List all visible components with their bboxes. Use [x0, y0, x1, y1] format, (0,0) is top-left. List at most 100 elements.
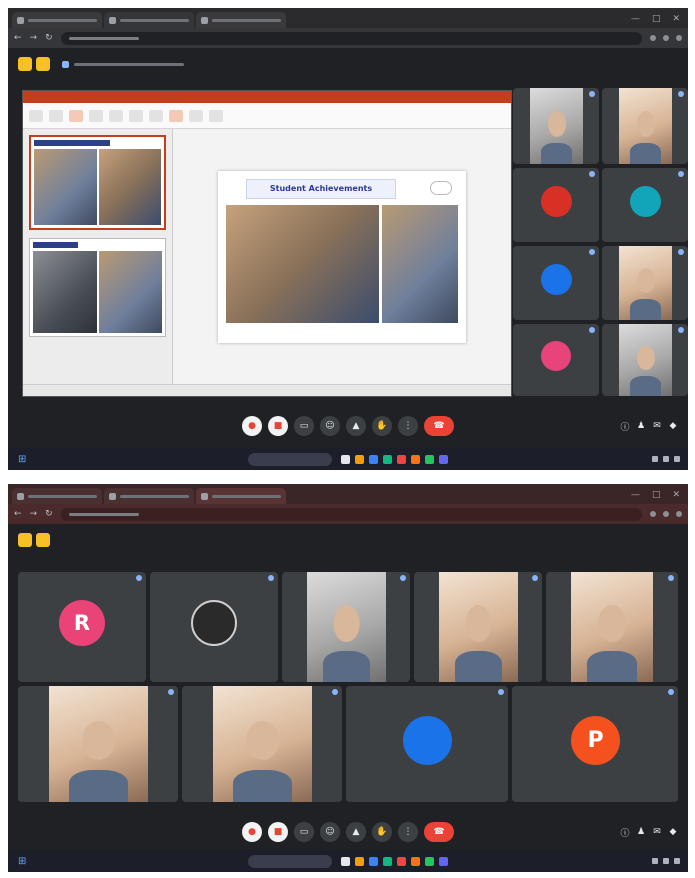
profile-icon[interactable] — [663, 511, 669, 517]
ribbon-button[interactable] — [89, 109, 103, 122]
activities-icon[interactable]: ◆ — [668, 421, 678, 431]
participant-tile[interactable] — [602, 246, 688, 320]
raise-hand-icon[interactable]: ✋ — [372, 822, 392, 842]
captions-icon[interactable]: ▭ — [294, 416, 314, 436]
meeting-badge-icon[interactable] — [36, 57, 50, 71]
browser-tab[interactable] — [196, 12, 286, 28]
close-icon[interactable]: ✕ — [672, 14, 680, 24]
emoji-icon[interactable]: ☺ — [320, 822, 340, 842]
info-icon[interactable]: ⓘ — [620, 827, 630, 839]
browser-tab[interactable] — [12, 12, 102, 28]
edge-icon[interactable] — [369, 856, 378, 866]
app-icon[interactable] — [341, 454, 350, 464]
hangup-icon[interactable]: ☎ — [424, 822, 454, 842]
menu-icon[interactable] — [676, 511, 682, 517]
ribbon-button[interactable] — [149, 109, 163, 122]
browser-tab[interactable] — [12, 488, 102, 504]
participant-tile[interactable] — [150, 572, 278, 682]
ribbon-button[interactable] — [109, 109, 123, 122]
reload-icon[interactable]: ↻ — [45, 33, 53, 43]
present-icon[interactable]: ▲ — [346, 822, 366, 842]
browser-tab[interactable] — [104, 488, 194, 504]
powerpoint-icon[interactable] — [411, 856, 420, 866]
mic-icon[interactable]: ● — [242, 822, 262, 842]
volume-icon[interactable] — [663, 456, 669, 462]
participant-tile[interactable]: P — [512, 686, 678, 802]
ribbon-button[interactable] — [189, 109, 203, 122]
maximize-icon[interactable]: □ — [652, 14, 661, 24]
ribbon-button[interactable] — [209, 109, 223, 122]
people-icon[interactable]: ♟ — [636, 827, 646, 837]
hangup-icon[interactable]: ☎ — [424, 416, 454, 436]
windows-icon[interactable]: ⊞ — [18, 454, 26, 465]
minimize-icon[interactable]: — — [631, 490, 640, 500]
emoji-icon[interactable]: ☺ — [320, 416, 340, 436]
app-icon[interactable] — [397, 856, 406, 866]
more-icon[interactable]: ⋮ — [398, 416, 418, 436]
participant-tile[interactable] — [513, 324, 599, 396]
back-icon[interactable]: ← — [14, 509, 22, 519]
participant-tile[interactable] — [182, 686, 342, 802]
raise-hand-icon[interactable]: ✋ — [372, 416, 392, 436]
file-explorer-icon[interactable] — [355, 856, 364, 866]
file-explorer-icon[interactable] — [355, 454, 364, 464]
ribbon-button[interactable] — [69, 109, 83, 122]
taskbar-search-input[interactable] — [248, 854, 332, 868]
reload-icon[interactable]: ↻ — [45, 509, 53, 519]
app-icon[interactable] — [397, 454, 406, 464]
participant-tile[interactable] — [513, 88, 599, 164]
chat-icon[interactable]: ✉ — [652, 421, 662, 431]
more-icon[interactable]: ⋮ — [398, 822, 418, 842]
windows-icon[interactable]: ⊞ — [18, 856, 26, 867]
app-icon[interactable] — [341, 856, 350, 866]
info-icon[interactable]: ⓘ — [620, 421, 630, 433]
close-icon[interactable]: ✕ — [672, 490, 680, 500]
app-icon[interactable] — [439, 856, 448, 866]
browser-tab-active[interactable] — [196, 488, 286, 504]
participant-tile[interactable] — [414, 572, 542, 682]
meeting-badge-icon[interactable] — [18, 57, 32, 71]
url-input[interactable] — [60, 31, 642, 45]
app-icon[interactable] — [383, 856, 392, 866]
people-icon[interactable]: ♟ — [636, 421, 646, 431]
participant-tile[interactable] — [513, 168, 599, 242]
present-icon[interactable]: ▲ — [346, 416, 366, 436]
browser-tab-active[interactable] — [104, 12, 194, 28]
slide-thumbnail[interactable] — [29, 135, 166, 230]
participant-tile[interactable] — [18, 686, 178, 802]
participant-tile[interactable]: R — [18, 572, 146, 682]
forward-icon[interactable]: → — [30, 509, 38, 519]
participant-tile[interactable] — [602, 168, 688, 242]
ribbon-button[interactable] — [129, 109, 143, 122]
powerpoint-icon[interactable] — [411, 454, 420, 464]
captions-icon[interactable]: ▭ — [294, 822, 314, 842]
chrome-icon[interactable] — [425, 454, 434, 464]
extension-icon[interactable] — [650, 511, 656, 517]
menu-icon[interactable] — [676, 35, 682, 41]
volume-icon[interactable] — [663, 858, 669, 864]
participant-tile[interactable] — [602, 324, 688, 396]
edge-icon[interactable] — [369, 454, 378, 464]
maximize-icon[interactable]: □ — [652, 490, 661, 500]
camera-icon[interactable]: ■ — [268, 416, 288, 436]
chrome-icon[interactable] — [425, 856, 434, 866]
url-input[interactable] — [60, 507, 642, 521]
forward-icon[interactable]: → — [30, 33, 38, 43]
network-icon[interactable] — [652, 858, 658, 864]
activities-icon[interactable]: ◆ — [668, 827, 678, 837]
battery-icon[interactable] — [674, 456, 680, 462]
participant-tile[interactable] — [513, 246, 599, 320]
battery-icon[interactable] — [674, 858, 680, 864]
participant-tile[interactable] — [346, 686, 508, 802]
extension-icon[interactable] — [650, 35, 656, 41]
participant-tile[interactable] — [602, 88, 688, 164]
chat-icon[interactable]: ✉ — [652, 827, 662, 837]
participant-tile[interactable] — [546, 572, 678, 682]
ribbon-button[interactable] — [49, 109, 63, 122]
back-icon[interactable]: ← — [14, 33, 22, 43]
network-icon[interactable] — [652, 456, 658, 462]
minimize-icon[interactable]: — — [631, 14, 640, 24]
taskbar-search-input[interactable] — [248, 452, 332, 466]
profile-icon[interactable] — [663, 35, 669, 41]
meeting-badge-icon[interactable] — [36, 533, 50, 547]
